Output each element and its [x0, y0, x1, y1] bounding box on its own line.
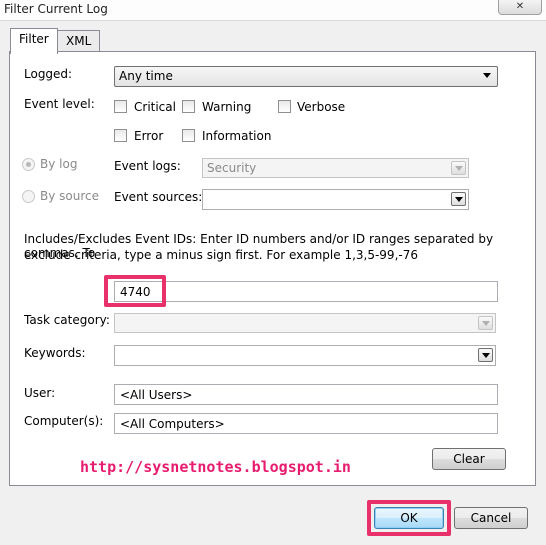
- keywords-label: Keywords:: [24, 346, 86, 360]
- computers-value: <All Computers>: [120, 417, 225, 431]
- verbose-checkbox[interactable]: [278, 100, 291, 113]
- logged-dropdown[interactable]: Any time: [114, 66, 498, 87]
- chevron-down-icon: [478, 316, 493, 330]
- verbose-label: Verbose: [297, 100, 346, 114]
- event-ids-help-line2: exclude criteria, type a minus sign firs…: [24, 248, 418, 262]
- event-logs-value: Security: [207, 161, 257, 175]
- task-category-label: Task category:: [24, 313, 110, 327]
- event-ids-highlight: [104, 275, 166, 307]
- event-sources-label: Event sources:: [114, 190, 203, 204]
- by-source-radio[interactable]: [22, 190, 35, 203]
- tab-filter[interactable]: Filter: [10, 28, 58, 54]
- ok-highlight: [367, 500, 451, 536]
- title-bar: Filter Current Log ✕: [0, 0, 546, 21]
- event-sources-dropdown[interactable]: [202, 189, 469, 210]
- cancel-button[interactable]: Cancel: [454, 507, 528, 529]
- error-checkbox[interactable]: [114, 129, 127, 142]
- event-logs-label: Event logs:: [114, 159, 181, 173]
- logged-value: Any time: [119, 69, 173, 83]
- critical-checkbox[interactable]: [114, 100, 127, 113]
- warning-label: Warning: [202, 100, 252, 114]
- clear-button[interactable]: Clear: [432, 448, 506, 470]
- information-checkbox[interactable]: [182, 129, 195, 142]
- keywords-dropdown[interactable]: [114, 345, 496, 366]
- event-logs-dropdown[interactable]: Security: [202, 158, 469, 178]
- by-source-label: By source: [40, 189, 99, 203]
- close-icon: ✕: [515, 1, 525, 12]
- close-button[interactable]: ✕: [498, 0, 542, 15]
- chevron-down-icon: [451, 161, 466, 175]
- warning-checkbox[interactable]: [182, 100, 195, 113]
- window-title: Filter Current Log: [4, 2, 108, 16]
- user-label: User:: [24, 386, 56, 400]
- logged-label: Logged:: [24, 67, 73, 81]
- tab-xml[interactable]: XML: [57, 30, 101, 52]
- computers-input[interactable]: <All Computers>: [114, 413, 498, 434]
- event-level-label: Event level:: [24, 97, 95, 111]
- chevron-down-icon: [451, 192, 466, 206]
- chevron-down-icon: [478, 348, 493, 362]
- event-ids-input[interactable]: 4740: [114, 281, 498, 302]
- task-category-dropdown[interactable]: [114, 313, 496, 333]
- by-log-radio[interactable]: [22, 158, 35, 171]
- chevron-down-icon: [480, 69, 495, 83]
- user-input[interactable]: <All Users>: [114, 384, 498, 405]
- information-label: Information: [202, 129, 272, 143]
- user-value: <All Users>: [120, 388, 193, 402]
- watermark-url: http://sysnetnotes.blogspot.in: [80, 458, 351, 476]
- critical-label: Critical: [134, 100, 176, 114]
- by-log-label: By log: [40, 157, 78, 171]
- computers-label: Computer(s):: [24, 414, 104, 428]
- error-label: Error: [134, 129, 164, 143]
